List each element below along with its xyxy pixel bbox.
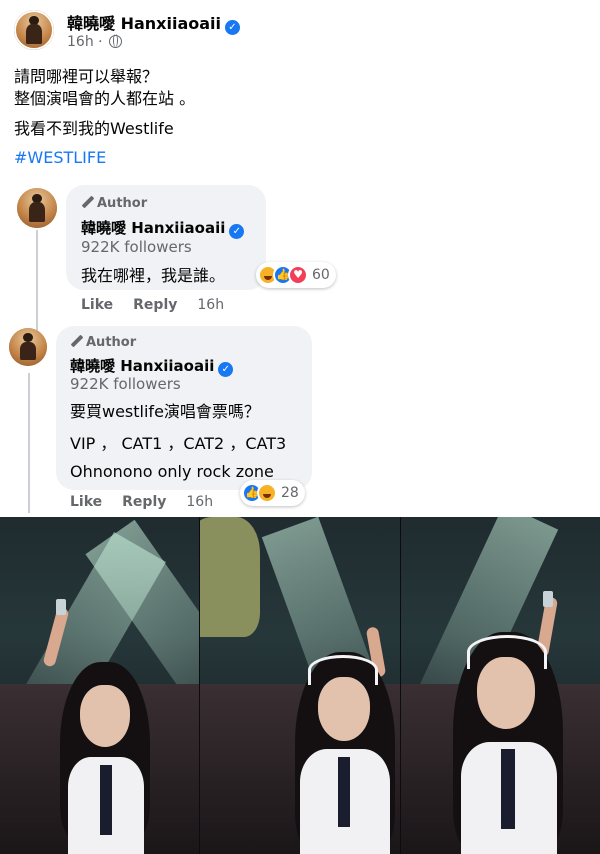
comment-1-text: 我在哪裡，我是誰。: [81, 266, 226, 285]
comment-2-avatar[interactable]: [9, 328, 47, 366]
pen-icon: [81, 196, 93, 208]
person-face: [80, 685, 130, 747]
concert-photo-2[interactable]: [200, 517, 400, 854]
person-face: [477, 657, 535, 729]
comment-2-followers: 922K followers: [70, 375, 181, 393]
comment-2-actions: Like Reply 16h: [70, 494, 233, 510]
pen-icon: [70, 335, 82, 347]
comment-2-reply-button[interactable]: Reply: [122, 494, 166, 510]
comment-2-text-line-2: VIP ， CAT1 ，CAT2 ，CAT3: [70, 434, 287, 453]
comment-1-avatar[interactable]: [17, 188, 57, 228]
post-line-1: 請問哪裡可以舉報？: [14, 67, 159, 86]
person-face: [318, 677, 370, 741]
comment-1-time[interactable]: 16h: [197, 297, 224, 313]
comment-1-actions: Like Reply 16h: [81, 297, 244, 313]
comment-1-reactions[interactable]: 👍 ♥ 60: [256, 262, 336, 288]
concert-photo-1[interactable]: [0, 517, 199, 854]
post-line-3: 我看不到我的Westlife: [14, 119, 174, 138]
comment-1-name[interactable]: 韓曉噯 Hanxiiaoaii ✓: [81, 217, 245, 239]
comment-1-followers: 922K followers: [81, 238, 192, 256]
post-line-2: 整個演唱會的人都在站 。: [14, 89, 196, 108]
hashtag-link[interactable]: #WESTLIFE: [14, 148, 106, 167]
comment-2-text-line-1: 要買westlife演唱會票嗎？: [70, 402, 260, 421]
comment-2-like-button[interactable]: Like: [70, 494, 102, 510]
comment-1-author-tag: Author: [81, 196, 147, 211]
thread-line-branch: [28, 373, 30, 513]
post-timestamp[interactable]: 16h ·: [67, 34, 123, 50]
photo-collage[interactable]: [0, 517, 600, 854]
comment-1-reply-button[interactable]: Reply: [133, 297, 177, 313]
haha-icon: [257, 483, 277, 503]
concert-photo-3[interactable]: [401, 517, 600, 854]
post-author-name[interactable]: 韓曉噯 Hanxiiaoaii ✓: [67, 10, 240, 35]
post-author-avatar[interactable]: [14, 10, 54, 50]
globe-icon: [109, 34, 123, 48]
verified-badge-icon: ✓: [218, 362, 234, 377]
comment-2-author-tag: Author: [70, 335, 136, 350]
comment-2-reactions[interactable]: 👍 28: [240, 480, 305, 506]
verified-badge-icon: ✓: [225, 20, 240, 35]
comment-1-reaction-count: 60: [312, 267, 330, 283]
comment-1-like-button[interactable]: Like: [81, 297, 113, 313]
comment-2-text-line-3: Ohnonono only rock zone: [70, 462, 274, 481]
comment-2-time[interactable]: 16h: [186, 494, 213, 510]
comment-2-reaction-count: 28: [281, 485, 299, 501]
verified-badge-icon: ✓: [229, 224, 245, 239]
love-icon: ♥: [288, 265, 308, 285]
comment-2-name[interactable]: 韓曉噯 Hanxiiaoaii ✓: [70, 355, 234, 377]
